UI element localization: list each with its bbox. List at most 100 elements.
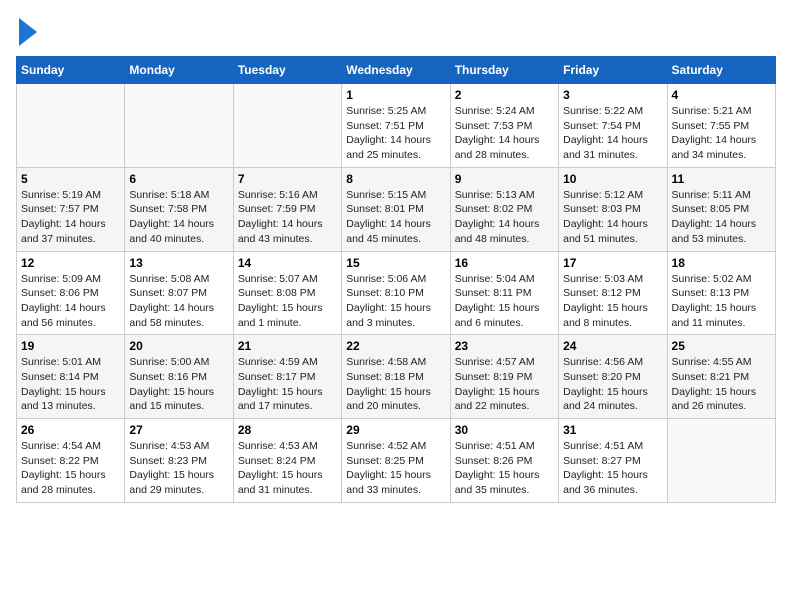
day-info: Sunrise: 5:07 AM Sunset: 8:08 PM Dayligh… bbox=[238, 272, 337, 331]
calendar-cell: 1 Sunrise: 5:25 AM Sunset: 7:51 PM Daylig… bbox=[342, 84, 450, 168]
calendar-cell: 23 Sunrise: 4:57 AM Sunset: 8:19 PM Dayli… bbox=[450, 335, 558, 419]
day-number: 25 bbox=[672, 339, 771, 353]
calendar-cell: 10 Sunrise: 5:12 AM Sunset: 8:03 PM Dayli… bbox=[559, 167, 667, 251]
calendar-header: SundayMondayTuesdayWednesdayThursdayFrid… bbox=[17, 57, 776, 84]
calendar-cell: 29 Sunrise: 4:52 AM Sunset: 8:25 PM Dayli… bbox=[342, 419, 450, 503]
calendar-cell: 6Sunrise: 5:18 AM Sunset: 7:58 PM Daylig… bbox=[125, 167, 233, 251]
column-header-sunday: Sunday bbox=[17, 57, 125, 84]
week-row-3: 12 Sunrise: 5:09 AM Sunset: 8:06 PM Dayli… bbox=[17, 251, 776, 335]
calendar-cell: 19 Sunrise: 5:01 AM Sunset: 8:14 PM Dayli… bbox=[17, 335, 125, 419]
day-info: Sunrise: 4:51 AM Sunset: 8:27 PM Dayligh… bbox=[563, 439, 662, 498]
day-info: Sunrise: 5:25 AM Sunset: 7:51 PM Dayligh… bbox=[346, 104, 445, 163]
header bbox=[16, 16, 776, 46]
calendar-cell: 25 Sunrise: 4:55 AM Sunset: 8:21 PM Dayli… bbox=[667, 335, 775, 419]
day-number: 21 bbox=[238, 339, 337, 353]
day-info: Sunrise: 5:13 AM Sunset: 8:02 PM Dayligh… bbox=[455, 188, 554, 247]
day-number: 28 bbox=[238, 423, 337, 437]
calendar-cell: 17 Sunrise: 5:03 AM Sunset: 8:12 PM Dayli… bbox=[559, 251, 667, 335]
day-number: 27 bbox=[129, 423, 228, 437]
day-info: Sunrise: 5:00 AM Sunset: 8:16 PM Dayligh… bbox=[129, 355, 228, 414]
calendar-cell bbox=[17, 84, 125, 168]
day-info: Sunrise: 5:15 AM Sunset: 8:01 PM Dayligh… bbox=[346, 188, 445, 247]
calendar-cell: 12 Sunrise: 5:09 AM Sunset: 8:06 PM Dayli… bbox=[17, 251, 125, 335]
day-info: Sunrise: 4:57 AM Sunset: 8:19 PM Dayligh… bbox=[455, 355, 554, 414]
calendar-cell: 3 Sunrise: 5:22 AM Sunset: 7:54 PM Daylig… bbox=[559, 84, 667, 168]
logo-arrow-icon bbox=[19, 18, 37, 46]
calendar-cell: 26 Sunrise: 4:54 AM Sunset: 8:22 PM Dayli… bbox=[17, 419, 125, 503]
calendar-cell: 13 Sunrise: 5:08 AM Sunset: 8:07 PM Dayli… bbox=[125, 251, 233, 335]
calendar-cell: 9 Sunrise: 5:13 AM Sunset: 8:02 PM Daylig… bbox=[450, 167, 558, 251]
column-header-wednesday: Wednesday bbox=[342, 57, 450, 84]
day-number: 19 bbox=[21, 339, 120, 353]
day-info: Sunrise: 4:51 AM Sunset: 8:26 PM Dayligh… bbox=[455, 439, 554, 498]
calendar-cell: 18 Sunrise: 5:02 AM Sunset: 8:13 PM Dayli… bbox=[667, 251, 775, 335]
calendar-cell: 24 Sunrise: 4:56 AM Sunset: 8:20 PM Dayli… bbox=[559, 335, 667, 419]
column-header-saturday: Saturday bbox=[667, 57, 775, 84]
day-info: Sunrise: 5:02 AM Sunset: 8:13 PM Dayligh… bbox=[672, 272, 771, 331]
day-info: Sunrise: 5:08 AM Sunset: 8:07 PM Dayligh… bbox=[129, 272, 228, 331]
day-info: Sunrise: 5:03 AM Sunset: 8:12 PM Dayligh… bbox=[563, 272, 662, 331]
day-number: 10 bbox=[563, 172, 662, 186]
day-number: 31 bbox=[563, 423, 662, 437]
calendar-cell: 22Sunrise: 4:58 AM Sunset: 8:18 PM Dayli… bbox=[342, 335, 450, 419]
calendar-cell: 20 Sunrise: 5:00 AM Sunset: 8:16 PM Dayli… bbox=[125, 335, 233, 419]
day-info: Sunrise: 5:06 AM Sunset: 8:10 PM Dayligh… bbox=[346, 272, 445, 331]
day-info: Sunrise: 4:55 AM Sunset: 8:21 PM Dayligh… bbox=[672, 355, 771, 414]
column-header-tuesday: Tuesday bbox=[233, 57, 341, 84]
day-number: 29 bbox=[346, 423, 445, 437]
day-info: Sunrise: 4:54 AM Sunset: 8:22 PM Dayligh… bbox=[21, 439, 120, 498]
day-info: Sunrise: 4:59 AM Sunset: 8:17 PM Dayligh… bbox=[238, 355, 337, 414]
day-info: Sunrise: 5:19 AM Sunset: 7:57 PM Dayligh… bbox=[21, 188, 120, 247]
day-number: 13 bbox=[129, 256, 228, 270]
calendar-cell: 4 Sunrise: 5:21 AM Sunset: 7:55 PM Daylig… bbox=[667, 84, 775, 168]
calendar-cell: 15 Sunrise: 5:06 AM Sunset: 8:10 PM Dayli… bbox=[342, 251, 450, 335]
day-number: 5 bbox=[21, 172, 120, 186]
day-info: Sunrise: 5:21 AM Sunset: 7:55 PM Dayligh… bbox=[672, 104, 771, 163]
day-info: Sunrise: 4:56 AM Sunset: 8:20 PM Dayligh… bbox=[563, 355, 662, 414]
day-info: Sunrise: 4:53 AM Sunset: 8:23 PM Dayligh… bbox=[129, 439, 228, 498]
week-row-2: 5 Sunrise: 5:19 AM Sunset: 7:57 PM Daylig… bbox=[17, 167, 776, 251]
day-number: 26 bbox=[21, 423, 120, 437]
calendar-cell: 28 Sunrise: 4:53 AM Sunset: 8:24 PM Dayli… bbox=[233, 419, 341, 503]
day-number: 4 bbox=[672, 88, 771, 102]
column-header-monday: Monday bbox=[125, 57, 233, 84]
day-number: 17 bbox=[563, 256, 662, 270]
day-number: 24 bbox=[563, 339, 662, 353]
day-info: Sunrise: 5:22 AM Sunset: 7:54 PM Dayligh… bbox=[563, 104, 662, 163]
week-row-5: 26 Sunrise: 4:54 AM Sunset: 8:22 PM Dayli… bbox=[17, 419, 776, 503]
calendar-cell: 7Sunrise: 5:16 AM Sunset: 7:59 PM Daylig… bbox=[233, 167, 341, 251]
calendar-cell bbox=[667, 419, 775, 503]
day-info: Sunrise: 4:52 AM Sunset: 8:25 PM Dayligh… bbox=[346, 439, 445, 498]
day-number: 12 bbox=[21, 256, 120, 270]
calendar-cell: 31 Sunrise: 4:51 AM Sunset: 8:27 PM Dayli… bbox=[559, 419, 667, 503]
calendar-cell: 16Sunrise: 5:04 AM Sunset: 8:11 PM Dayli… bbox=[450, 251, 558, 335]
calendar-table: SundayMondayTuesdayWednesdayThursdayFrid… bbox=[16, 56, 776, 503]
day-number: 20 bbox=[129, 339, 228, 353]
day-number: 1 bbox=[346, 88, 445, 102]
calendar-cell: 27 Sunrise: 4:53 AM Sunset: 8:23 PM Dayli… bbox=[125, 419, 233, 503]
day-info: Sunrise: 4:58 AM Sunset: 8:18 PM Dayligh… bbox=[346, 355, 445, 414]
day-info: Sunrise: 5:04 AM Sunset: 8:11 PM Dayligh… bbox=[455, 272, 554, 331]
day-info: Sunrise: 5:09 AM Sunset: 8:06 PM Dayligh… bbox=[21, 272, 120, 331]
day-number: 15 bbox=[346, 256, 445, 270]
calendar-cell bbox=[233, 84, 341, 168]
column-header-thursday: Thursday bbox=[450, 57, 558, 84]
day-number: 8 bbox=[346, 172, 445, 186]
calendar-cell bbox=[125, 84, 233, 168]
day-info: Sunrise: 4:53 AM Sunset: 8:24 PM Dayligh… bbox=[238, 439, 337, 498]
day-number: 23 bbox=[455, 339, 554, 353]
calendar-cell: 14 Sunrise: 5:07 AM Sunset: 8:08 PM Dayli… bbox=[233, 251, 341, 335]
day-info: Sunrise: 5:01 AM Sunset: 8:14 PM Dayligh… bbox=[21, 355, 120, 414]
day-number: 9 bbox=[455, 172, 554, 186]
day-number: 14 bbox=[238, 256, 337, 270]
week-row-1: 1 Sunrise: 5:25 AM Sunset: 7:51 PM Daylig… bbox=[17, 84, 776, 168]
day-number: 3 bbox=[563, 88, 662, 102]
calendar-body: 1 Sunrise: 5:25 AM Sunset: 7:51 PM Daylig… bbox=[17, 84, 776, 503]
calendar-cell: 11Sunrise: 5:11 AM Sunset: 8:05 PM Dayli… bbox=[667, 167, 775, 251]
header-row: SundayMondayTuesdayWednesdayThursdayFrid… bbox=[17, 57, 776, 84]
day-info: Sunrise: 5:12 AM Sunset: 8:03 PM Dayligh… bbox=[563, 188, 662, 247]
day-info: Sunrise: 5:11 AM Sunset: 8:05 PM Dayligh… bbox=[672, 188, 771, 247]
logo bbox=[16, 16, 37, 46]
day-number: 18 bbox=[672, 256, 771, 270]
calendar-cell: 30Sunrise: 4:51 AM Sunset: 8:26 PM Dayli… bbox=[450, 419, 558, 503]
